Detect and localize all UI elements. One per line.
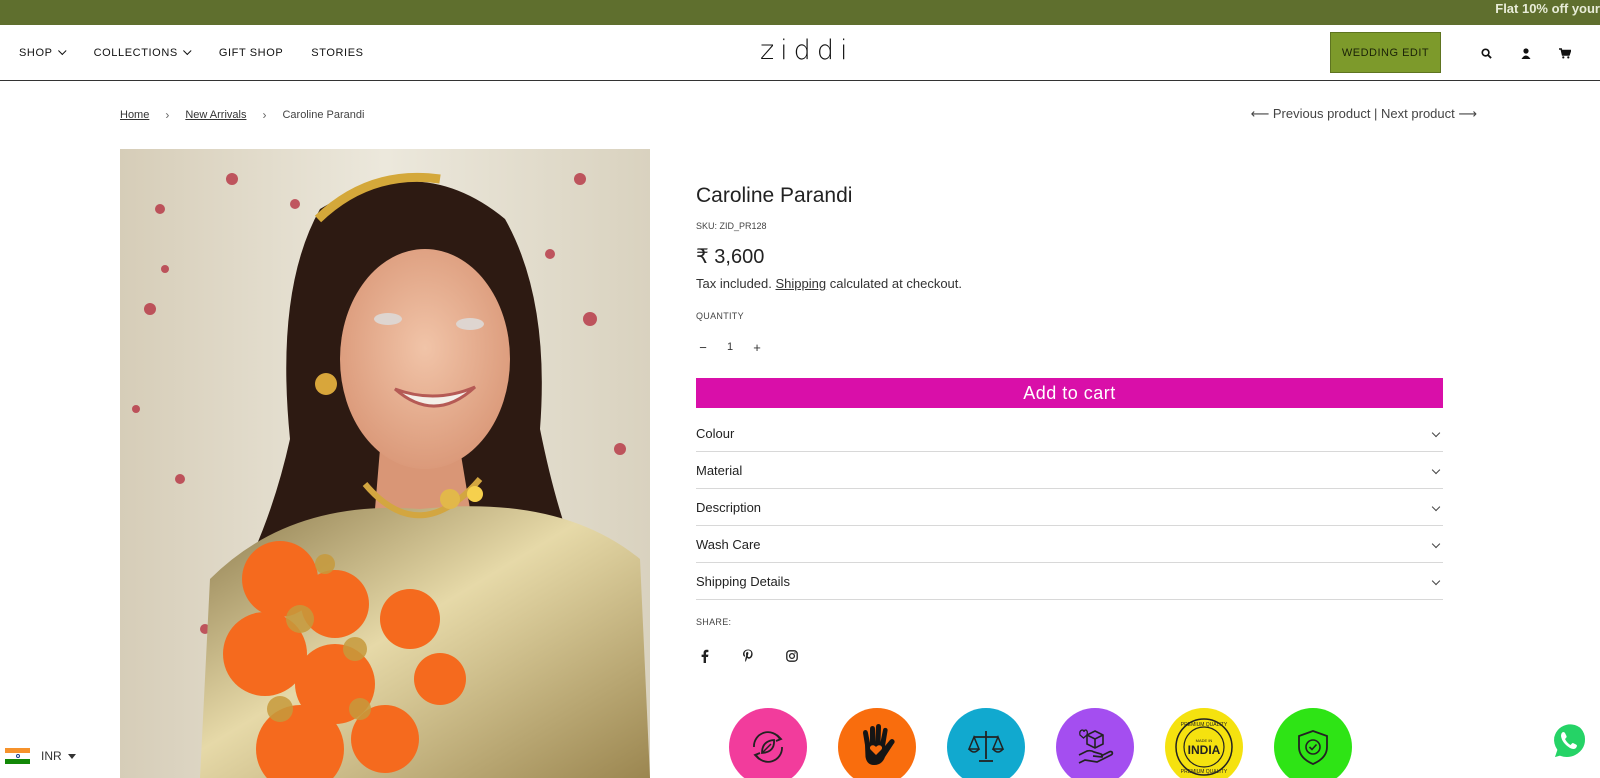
- quantity-input[interactable]: [710, 341, 750, 353]
- breadcrumb-home[interactable]: Home: [120, 109, 149, 121]
- quantity-decrease-button[interactable]: −: [696, 340, 710, 355]
- whatsapp-icon: [1551, 721, 1588, 761]
- share-icons: [696, 648, 828, 664]
- chevron-down-icon: [1431, 428, 1441, 438]
- chevron-down-icon: [57, 46, 67, 55]
- cart-icon[interactable]: [1556, 44, 1574, 62]
- breadcrumb-separator: ›: [262, 108, 267, 122]
- india-flag-icon: [5, 748, 30, 764]
- nav-collections-label: COLLECTIONS: [93, 46, 178, 59]
- tax-suffix: calculated at checkout.: [829, 276, 962, 291]
- next-product-link[interactable]: Next product ⟶: [1381, 106, 1477, 121]
- sustainable-badge: [729, 708, 807, 778]
- currency-selector[interactable]: INR: [5, 748, 76, 764]
- search-icon[interactable]: [1477, 44, 1495, 62]
- chevron-down-icon: [182, 46, 192, 55]
- shipping-link[interactable]: Shipping: [776, 276, 827, 291]
- breadcrumb-separator: ›: [165, 108, 170, 122]
- accordion-label: Description: [696, 499, 762, 515]
- site-header: SHOP COLLECTIONS GIFT SHOP STORIES ziddi…: [0, 25, 1600, 81]
- handmade-badge: [838, 708, 916, 778]
- breadcrumb: Home › New Arrivals › Caroline Parandi: [120, 108, 364, 122]
- quantity-increase-button[interactable]: +: [750, 340, 764, 355]
- care-package-badge: [1056, 708, 1134, 778]
- product-title: Caroline Parandi: [696, 184, 853, 207]
- instagram-icon[interactable]: [784, 648, 800, 664]
- main-nav: SHOP COLLECTIONS GIFT SHOP STORIES: [19, 25, 392, 80]
- product-photo: [120, 149, 650, 778]
- accordion-label: Shipping Details: [696, 573, 790, 589]
- add-to-cart-button[interactable]: Add to cart: [696, 378, 1443, 408]
- chevron-down-icon: [1431, 465, 1441, 475]
- chevron-down-icon: [1431, 539, 1441, 549]
- nav-gift-shop-label: GIFT SHOP: [218, 46, 284, 59]
- whatsapp-chat-button[interactable]: [1547, 719, 1591, 763]
- tax-note: Tax included. Shipping calculated at che…: [696, 276, 962, 291]
- quantity-stepper: − +: [696, 336, 764, 358]
- accordion-shipping-details[interactable]: Shipping Details: [696, 563, 1443, 600]
- announcement-text: Flat 10% off your: [1495, 1, 1600, 16]
- shield-check-icon: [1298, 730, 1328, 765]
- accordion-material[interactable]: Material: [696, 452, 1443, 489]
- nav-gift-shop[interactable]: GIFT SHOP: [219, 47, 283, 59]
- product-sku: SKU: ZID_PR128: [696, 221, 767, 231]
- site-logo[interactable]: ziddi: [760, 35, 853, 66]
- quantity-label: QUANTITY: [696, 311, 744, 321]
- breadcrumb-new-arrivals[interactable]: New Arrivals: [185, 109, 246, 121]
- chevron-down-icon: [1431, 502, 1441, 512]
- nav-collections[interactable]: COLLECTIONS: [93, 46, 192, 59]
- accordion-label: Material: [696, 462, 743, 478]
- accordion-colour[interactable]: Colour: [696, 415, 1443, 452]
- product-image[interactable]: [120, 149, 650, 778]
- scales-icon: [967, 731, 1005, 762]
- share-label: SHARE:: [696, 617, 732, 627]
- facebook-icon[interactable]: [696, 648, 712, 664]
- breadcrumb-current: Caroline Parandi: [282, 109, 365, 121]
- trust-badges: PREMIUM QUALITY MADE IN INDIA PREMIUM QU…: [729, 708, 1383, 778]
- product-price: ₹ 3,600: [696, 246, 765, 268]
- hand-heart-icon: [863, 724, 895, 765]
- accordion-wash-care[interactable]: Wash Care: [696, 526, 1443, 563]
- badge-india: INDIA: [1188, 743, 1221, 757]
- nav-shop-label: SHOP: [19, 46, 53, 59]
- wedding-edit-button[interactable]: WEDDING EDIT: [1330, 32, 1441, 73]
- nav-stories[interactable]: STORIES: [311, 47, 363, 59]
- product-pager: ⟵ Previous product | Next product ⟶: [1251, 106, 1477, 122]
- badge-premium-top: PREMIUM QUALITY: [1181, 722, 1228, 728]
- badge-premium-bottom: PREMIUM QUALITY: [1181, 769, 1228, 775]
- accordion-label: Wash Care: [696, 536, 761, 552]
- tax-prefix: Tax included.: [696, 276, 772, 291]
- currency-code: INR: [41, 749, 62, 763]
- nav-stories-label: STORIES: [311, 46, 364, 59]
- previous-product-link[interactable]: ⟵ Previous product: [1251, 106, 1371, 121]
- hand-box-icon: [1078, 729, 1114, 764]
- made-in-india-seal: PREMIUM QUALITY MADE IN INDIA PREMIUM QU…: [1175, 718, 1233, 776]
- secure-badge: [1274, 708, 1352, 778]
- account-icon[interactable]: [1517, 44, 1535, 62]
- recycle-leaf-icon: [753, 731, 783, 763]
- made-in-india-badge: PREMIUM QUALITY MADE IN INDIA PREMIUM QU…: [1165, 708, 1243, 778]
- accordion-description[interactable]: Description: [696, 489, 1443, 526]
- chevron-down-icon: [1431, 576, 1441, 586]
- pinterest-icon[interactable]: [740, 648, 756, 664]
- fair-trade-badge: [947, 708, 1025, 778]
- announcement-bar: Flat 10% off your: [0, 0, 1600, 25]
- pager-divider: |: [1370, 106, 1382, 121]
- caret-down-icon: [67, 753, 76, 759]
- accordion-label: Colour: [696, 425, 735, 441]
- product-accordion: Colour Material Description Wash Care Sh…: [696, 415, 1443, 600]
- nav-shop[interactable]: SHOP: [19, 46, 67, 59]
